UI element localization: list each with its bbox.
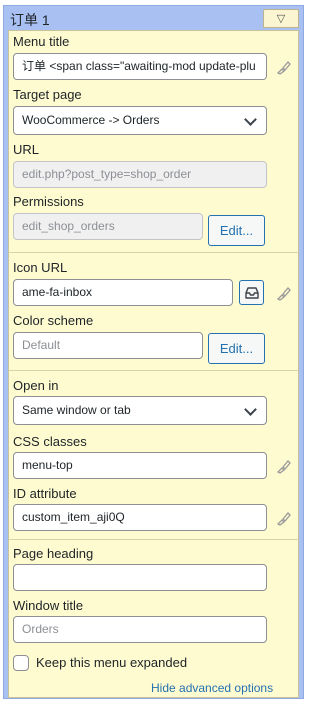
window-title-label: Window title: [13, 598, 84, 613]
window-title-input[interactable]: Orders: [13, 616, 267, 643]
icon-picker-button[interactable]: [239, 280, 264, 305]
toggle-button[interactable]: ▽: [263, 9, 299, 28]
target-page-label: Target page: [13, 87, 82, 102]
paintbrush-icon[interactable]: [275, 457, 293, 475]
id-attribute-label: ID attribute: [13, 486, 77, 501]
paintbrush-icon[interactable]: [275, 284, 293, 302]
triangle-down-icon: ▽: [276, 13, 286, 25]
menu-item-editor: 订单 1 ▽ Menu title 订单 <span class="awaiti…: [3, 5, 304, 699]
color-scheme-label: Color scheme: [13, 313, 94, 328]
open-in-value: Same window or tab: [22, 403, 131, 417]
url-label: URL: [13, 142, 40, 157]
open-in-select[interactable]: Same window or tab: [13, 396, 267, 425]
url-input[interactable]: edit.php?post_type=shop_order: [13, 161, 267, 188]
menu-title-label: Menu title: [13, 34, 70, 49]
divider: [9, 252, 298, 253]
menu-item-title: 订单 1: [10, 12, 50, 28]
keep-expanded-label: Keep this menu expanded: [36, 655, 188, 670]
menu-item-header[interactable]: 订单 1 ▽: [4, 6, 303, 30]
paintbrush-icon[interactable]: [275, 58, 293, 76]
menu-item-settings: Menu title 订单 <span class="awaiting-mod …: [8, 30, 299, 698]
menu-title-input[interactable]: 订单 <span class="awaiting-mod update-plu: [13, 53, 267, 80]
permissions-label: Permissions: [13, 194, 84, 209]
divider: [9, 370, 298, 371]
page-heading-input[interactable]: [13, 564, 267, 591]
icon-url-input[interactable]: ame-fa-inbox: [13, 279, 233, 306]
css-classes-input[interactable]: menu-top: [13, 452, 267, 479]
permissions-edit-button[interactable]: Edit...: [208, 215, 265, 246]
permissions-input[interactable]: edit_shop_orders: [13, 213, 203, 240]
open-in-label: Open in: [13, 378, 59, 393]
keep-expanded-checkbox[interactable]: [13, 655, 29, 671]
target-page-value: WooCommerce -> Orders: [22, 113, 160, 127]
color-scheme-edit-button[interactable]: Edit...: [208, 333, 265, 364]
page-heading-label: Page heading: [13, 546, 94, 561]
paintbrush-icon[interactable]: [275, 509, 293, 527]
color-scheme-input[interactable]: Default: [13, 332, 203, 359]
icon-url-label: Icon URL: [13, 260, 68, 275]
id-attribute-input[interactable]: custom_item_aji0Q: [13, 504, 267, 531]
inbox-icon: [244, 286, 259, 299]
css-classes-label: CSS classes: [13, 434, 87, 449]
hide-advanced-options-link[interactable]: Hide advanced options: [151, 681, 273, 695]
divider: [9, 539, 298, 540]
target-page-select[interactable]: WooCommerce -> Orders: [13, 106, 267, 135]
